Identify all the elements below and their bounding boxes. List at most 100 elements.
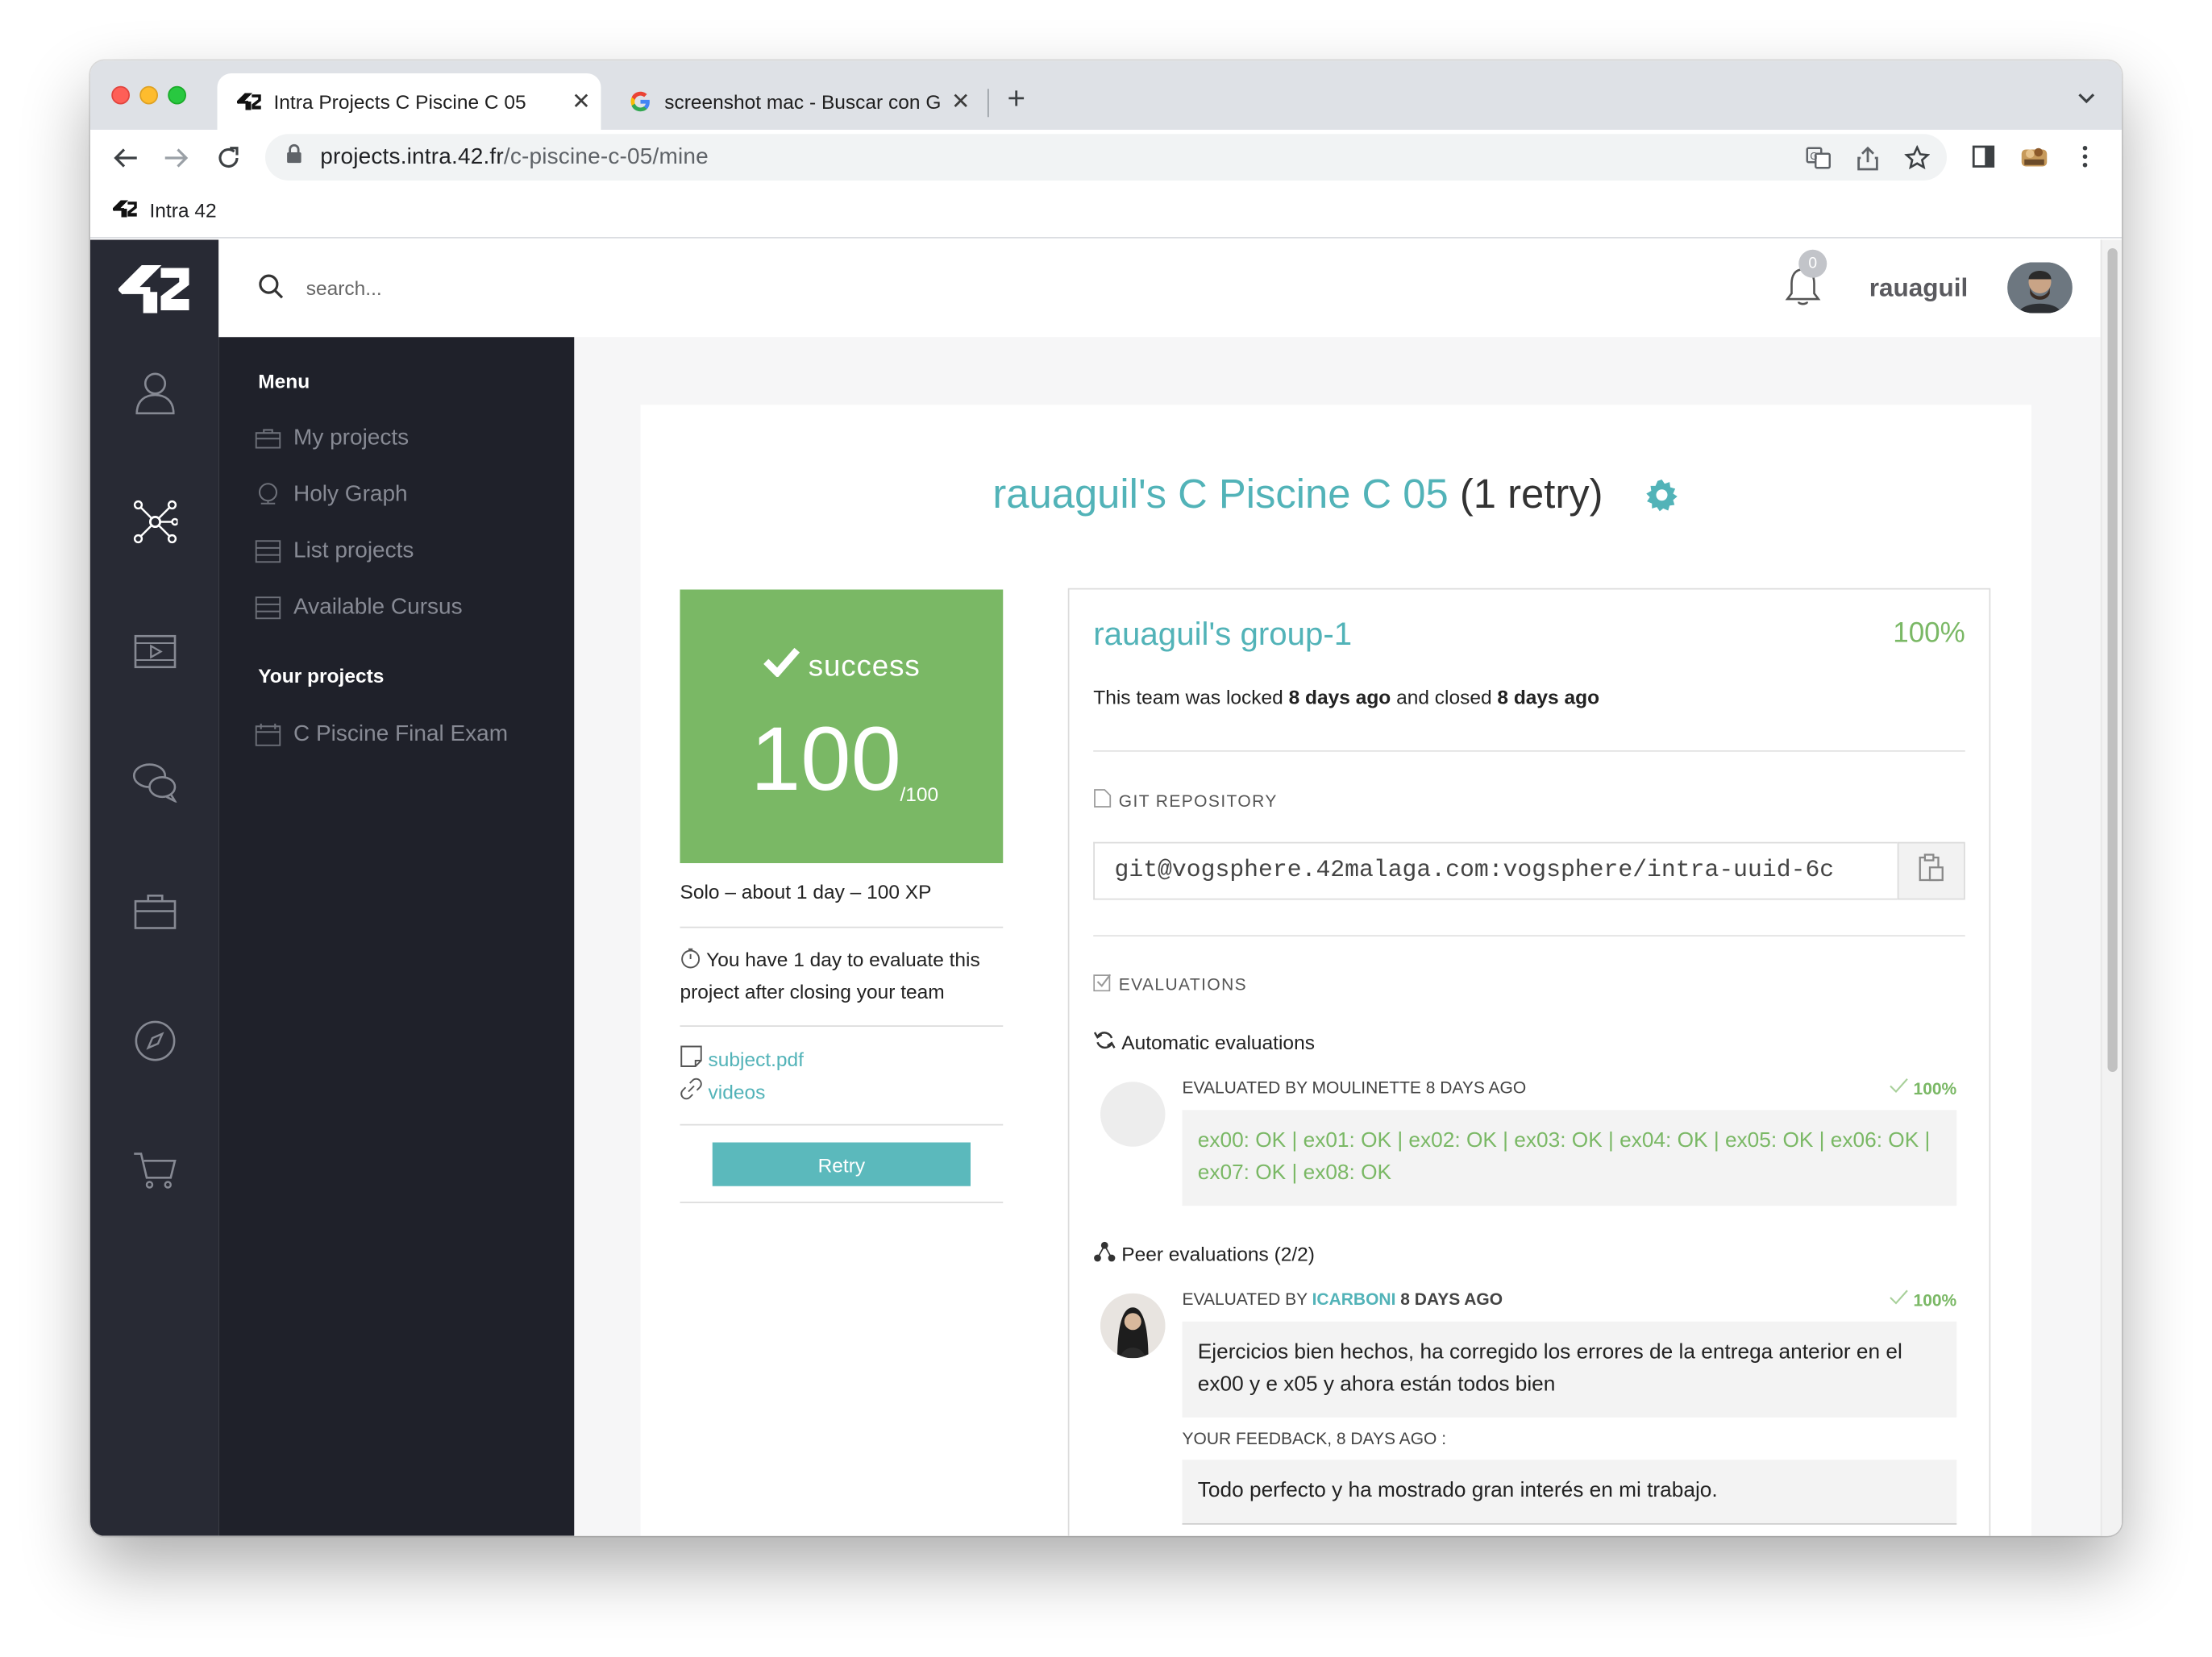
menu-item-holy-graph[interactable]: Holy Graph [256,483,408,509]
tab-google-search[interactable]: screenshot mac - Buscar con G ✕ [608,73,980,130]
scrollbar-thumb[interactable] [2107,248,2118,1072]
copy-clipboard-button[interactable] [1897,841,1965,900]
share-icon[interactable] [1856,145,1879,177]
chat-icon[interactable] [132,759,178,804]
page-title: rauaguil's C Piscine C 05 (1 retry) [641,472,2032,523]
list-icon [255,596,281,621]
bookmark-star-icon[interactable] [1903,144,1931,177]
your-feedback: Todo perfecto y ha mostrado gran interés… [1182,1460,1957,1525]
check-icon [1890,1078,1910,1098]
automatic-evaluations-heading: Automatic evaluations [1093,1030,1315,1056]
search-icon [258,274,284,306]
auto-eval-percent: 100% [1890,1078,1956,1098]
peer-eval-comment: Ejercicios bien hechos, ha corregido los… [1182,1321,1957,1418]
team-lock-status: This team was locked 8 days ago and clos… [1093,685,1600,708]
subject-pdf-link[interactable]: subject.pdf [680,1045,804,1072]
video-icon[interactable] [133,629,178,675]
divider [1093,935,1965,936]
reload-icon[interactable] [212,141,246,175]
project-card: rauaguil's C Piscine C 05 (1 retry) succ… [640,405,2032,1536]
globe-icon [256,483,281,509]
clipboard-icon [1919,853,1944,889]
tab-title: Intra Projects C Piscine C 05 [273,90,526,113]
bookmarks-bar: Intra 42 [90,186,2122,239]
status-label: success [680,646,1004,684]
menu-panel: Menu My projects Holy Graph List project… [218,337,575,1536]
profile-avatar-icon[interactable] [2019,141,2050,172]
lock-icon [286,143,306,171]
google-icon [628,89,654,114]
peer-evaluations-heading: Peer evaluations (2/2) [1093,1241,1315,1267]
browser-toolbar: projects.intra.42.fr/c-piscine-c-05/mine… [90,130,2122,186]
feedback-label: YOUR FEEDBACK, 8 DAYS AGO : [1182,1428,1447,1449]
gear-icon[interactable] [1645,477,1679,524]
url-text: projects.intra.42.fr/c-piscine-c-05/mine [320,144,709,169]
tab-separator [988,89,989,118]
link-icon [680,1078,703,1104]
timer-icon [680,948,701,970]
username[interactable]: rauaguil [1869,274,1969,304]
moulinette-avatar [1100,1082,1166,1147]
file-icon [1093,788,1112,812]
page-scrollbar[interactable] [2100,239,2122,1536]
tab-intra-projects[interactable]: Intra Projects C Piscine C 05 ✕ [217,73,601,130]
retry-button[interactable]: Retry [712,1142,971,1186]
divider [680,926,1004,928]
checkmark-icon [763,647,800,683]
menu-item-list-projects[interactable]: List projects [255,539,414,565]
forward-arrow-icon[interactable] [160,141,193,175]
evaluator-avatar[interactable] [1100,1293,1166,1359]
left-icon-bar [90,239,219,1536]
side-panel-icon[interactable] [1968,141,1999,172]
project-meta: Solo – about 1 day – 100 XP [680,880,932,903]
menu-item-my-projects[interactable]: My projects [255,426,409,452]
maximize-window-button[interactable] [168,85,186,105]
divider [1093,750,1965,752]
evaluations-heading: EVALUATIONS [1093,974,1247,996]
tab-strip: Intra Projects C Piscine C 05 ✕ screensh… [90,60,2122,130]
new-tab-icon[interactable]: + [1008,82,1026,114]
back-arrow-icon[interactable] [109,141,143,175]
evaluator-login[interactable]: ICARBONI [1312,1289,1396,1310]
notification-count-badge: 0 [1798,249,1827,278]
more-menu-icon[interactable] [2069,141,2101,172]
git-url-field[interactable]: git@vogsphere.42malaga.com:vogsphere/int… [1093,841,1898,900]
git-repository-heading: GIT REPOSITORY [1093,788,1277,812]
group-percent: 100% [1893,617,1965,650]
close-tab-icon[interactable]: ✕ [941,88,980,116]
peer-eval-percent: 100% [1890,1289,1956,1310]
svg-text:G: G [1810,151,1818,162]
close-tab-icon[interactable]: ✕ [562,88,601,116]
document-icon [680,1045,703,1072]
peers-icon [1093,1241,1116,1267]
minimize-window-button[interactable] [139,85,158,105]
bookmark-intra-42[interactable]: Intra 42 [111,199,217,222]
holy-graph-icon[interactable] [133,500,178,545]
address-bar[interactable]: projects.intra.42.fr/c-piscine-c-05/mine… [265,134,1947,181]
menu-item-c-piscine-final-exam[interactable]: C Piscine Final Exam [255,722,508,748]
checkbox-icon [1093,974,1112,996]
close-window-button[interactable] [111,85,130,105]
chevron-down-icon[interactable] [2077,86,2097,112]
videos-link[interactable]: videos [680,1078,765,1104]
search-input[interactable] [306,271,730,305]
browser-window: Intra Projects C Piscine C 05 ✕ screensh… [90,60,2122,1536]
42-logo[interactable] [117,264,192,320]
peer-eval-author: EVALUATED BY ICARBONI 8 DAYS AGO [1182,1289,1503,1310]
briefcase-icon [255,426,281,452]
menu-title: Menu [258,369,310,392]
page: 0 rauaguil Menu My projects Holy Graph L… [90,239,2122,1536]
check-icon [1890,1289,1910,1310]
briefcase-icon[interactable] [133,889,178,934]
shop-cart-icon[interactable] [133,1148,178,1194]
refresh-icon [1093,1030,1116,1056]
profile-icon[interactable] [133,370,178,415]
group-name[interactable]: rauaguil's group-1 [1093,615,1352,653]
menu-item-available-cursus[interactable]: Available Cursus [255,596,463,621]
divider [680,1025,1004,1027]
divider [680,1202,1004,1203]
translate-icon[interactable]: G [1806,145,1832,177]
compass-icon[interactable] [133,1019,178,1064]
user-avatar[interactable] [2007,262,2073,314]
list-icon [255,539,281,565]
